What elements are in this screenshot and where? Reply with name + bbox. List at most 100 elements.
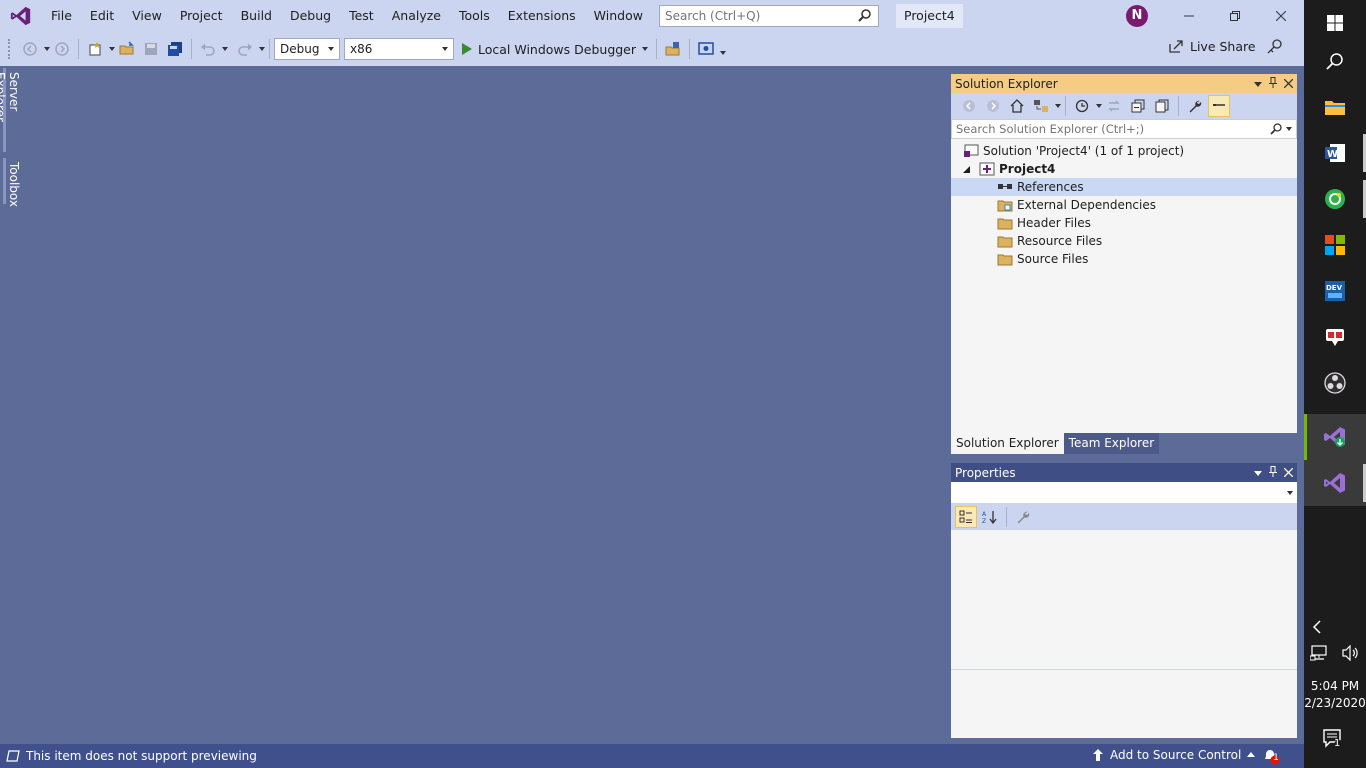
- solution-explorer-search-input[interactable]: [956, 122, 1256, 136]
- file-explorer-app[interactable]: [1304, 84, 1366, 130]
- menu-file[interactable]: File: [42, 0, 81, 32]
- menu-project[interactable]: Project: [171, 0, 232, 32]
- collapse-all-icon[interactable]: [1127, 95, 1149, 117]
- volume-icon[interactable]: [1342, 644, 1360, 667]
- tab-solution-explorer[interactable]: Solution Explorer: [951, 433, 1064, 454]
- preview-selected-items-icon[interactable]: [1208, 95, 1230, 117]
- menu-build[interactable]: Build: [232, 0, 281, 32]
- toolbox-tab[interactable]: Toolbox: [3, 158, 23, 207]
- switch-views-icon[interactable]: [1030, 95, 1052, 117]
- solution-configuration-dropdown[interactable]: Debug: [274, 38, 340, 60]
- feedback-icon[interactable]: [1266, 38, 1284, 59]
- taskbar-clock[interactable]: 5:04 PM 2/23/2020: [1304, 678, 1366, 712]
- visual-studio-installer-icon: [1324, 427, 1345, 447]
- visual-studio-installer-app[interactable]: [1304, 414, 1366, 460]
- show-hidden-icons-button[interactable]: [1311, 620, 1331, 640]
- minimize-button[interactable]: [1166, 0, 1212, 32]
- forward-icon[interactable]: [982, 95, 1004, 117]
- navigate-back-icon[interactable]: [19, 38, 41, 60]
- devexpress-app[interactable]: DEV: [1304, 268, 1366, 314]
- search-icon[interactable]: [858, 8, 872, 25]
- properties-grid: [951, 530, 1297, 670]
- navigate-back-dropdown-icon[interactable]: [44, 47, 50, 51]
- solution-explorer-search[interactable]: [951, 119, 1297, 139]
- toolbar-grip[interactable]: [8, 39, 18, 59]
- menu-window[interactable]: Window: [585, 0, 652, 32]
- search-options-dropdown-icon[interactable]: [1286, 127, 1292, 131]
- menu-analyze[interactable]: Analyze: [383, 0, 450, 32]
- undo-icon[interactable]: [197, 38, 219, 60]
- obs-app[interactable]: [1304, 360, 1366, 406]
- expanded-triangle-icon[interactable]: [961, 164, 971, 174]
- navigate-forward-icon[interactable]: [51, 38, 73, 60]
- properties-object-dropdown[interactable]: [951, 482, 1297, 504]
- status-bar: This item does not support previewing Ad…: [0, 744, 1304, 768]
- redo-icon[interactable]: [234, 38, 256, 60]
- tree-item-resource-files[interactable]: Resource Files: [951, 232, 1297, 250]
- account-avatar[interactable]: N: [1126, 5, 1148, 27]
- quick-launch-search[interactable]: [659, 5, 879, 27]
- new-project-dropdown-icon[interactable]: [109, 47, 115, 51]
- quick-launch-input[interactable]: [660, 6, 850, 26]
- notifications-button[interactable]: 1: [1262, 747, 1280, 768]
- menu-extensions[interactable]: Extensions: [499, 0, 585, 32]
- window-position-dropdown-icon[interactable]: [1254, 466, 1262, 480]
- network-icon[interactable]: [1309, 645, 1328, 667]
- redo-dropdown-icon[interactable]: [259, 47, 265, 51]
- tree-item-references[interactable]: References: [951, 178, 1297, 196]
- tree-item-solution[interactable]: Solution 'Project4' (1 of 1 project): [951, 142, 1297, 160]
- tree-item-header-files[interactable]: Header Files: [951, 214, 1297, 232]
- solution-platform-dropdown[interactable]: x86: [344, 38, 454, 60]
- auto-hide-pin-icon[interactable]: [1268, 465, 1278, 480]
- new-project-icon[interactable]: [84, 38, 106, 60]
- feedly-app[interactable]: [1304, 176, 1366, 222]
- show-all-files-icon[interactable]: [1151, 95, 1173, 117]
- window-position-dropdown-icon[interactable]: [1254, 77, 1262, 91]
- undo-dropdown-icon[interactable]: [222, 47, 228, 51]
- add-to-source-control-button[interactable]: Add to Source Control: [1092, 748, 1256, 762]
- visual-studio-app[interactable]: [1304, 460, 1366, 506]
- restore-button[interactable]: [1212, 0, 1258, 32]
- debugger-dropdown-icon[interactable]: [642, 47, 649, 51]
- server-explorer-tab[interactable]: Server Explorer: [0, 68, 23, 152]
- tab-team-explorer[interactable]: Team Explorer: [1063, 433, 1160, 454]
- visual-studio-logo-icon[interactable]: [0, 0, 42, 32]
- language-app[interactable]: [1304, 314, 1366, 360]
- preview-status-icon: [6, 750, 20, 762]
- switch-views-dropdown-icon[interactable]: [1055, 104, 1061, 108]
- live-share-button[interactable]: Live Share: [1168, 38, 1256, 54]
- properties-wrench-icon[interactable]: [1184, 95, 1206, 117]
- close-button[interactable]: [1258, 0, 1304, 32]
- close-panel-icon[interactable]: [1283, 77, 1294, 91]
- save-all-icon[interactable]: [164, 38, 186, 60]
- menu-debug[interactable]: Debug: [281, 0, 340, 32]
- filter-dropdown-icon[interactable]: [1096, 104, 1102, 108]
- open-file-icon[interactable]: [116, 38, 138, 60]
- word-app[interactable]: W: [1304, 130, 1366, 176]
- application-insights-dropdown-icon[interactable]: [720, 51, 727, 55]
- save-icon[interactable]: [140, 38, 162, 60]
- property-pages-wrench-icon[interactable]: [1012, 506, 1034, 528]
- menu-view[interactable]: View: [123, 0, 171, 32]
- taskbar-search-button[interactable]: [1304, 38, 1366, 84]
- home-icon[interactable]: [1006, 95, 1028, 117]
- sync-with-active-document-icon[interactable]: [1103, 95, 1125, 117]
- action-center-button[interactable]: 1: [1322, 728, 1344, 753]
- close-panel-icon[interactable]: [1283, 466, 1294, 480]
- tree-item-project[interactable]: Project4: [951, 160, 1297, 178]
- tree-item-source-files[interactable]: Source Files: [951, 250, 1297, 268]
- find-in-files-icon[interactable]: [662, 38, 684, 60]
- menu-tools[interactable]: Tools: [450, 0, 499, 32]
- office-app[interactable]: [1304, 222, 1366, 268]
- auto-hide-pin-icon[interactable]: [1268, 76, 1278, 91]
- application-insights-icon[interactable]: [695, 38, 717, 60]
- pending-changes-filter-icon[interactable]: [1071, 95, 1093, 117]
- search-icon[interactable]: [1270, 123, 1292, 135]
- alphabetical-sort-icon[interactable]: AZ: [979, 506, 1001, 528]
- start-debugging-button[interactable]: Local Windows Debugger: [458, 37, 652, 61]
- back-icon[interactable]: [958, 95, 980, 117]
- tree-item-external-dependencies[interactable]: External Dependencies: [951, 196, 1297, 214]
- categorized-icon[interactable]: [955, 506, 977, 528]
- menu-test[interactable]: Test: [340, 0, 383, 32]
- menu-edit[interactable]: Edit: [81, 0, 123, 32]
